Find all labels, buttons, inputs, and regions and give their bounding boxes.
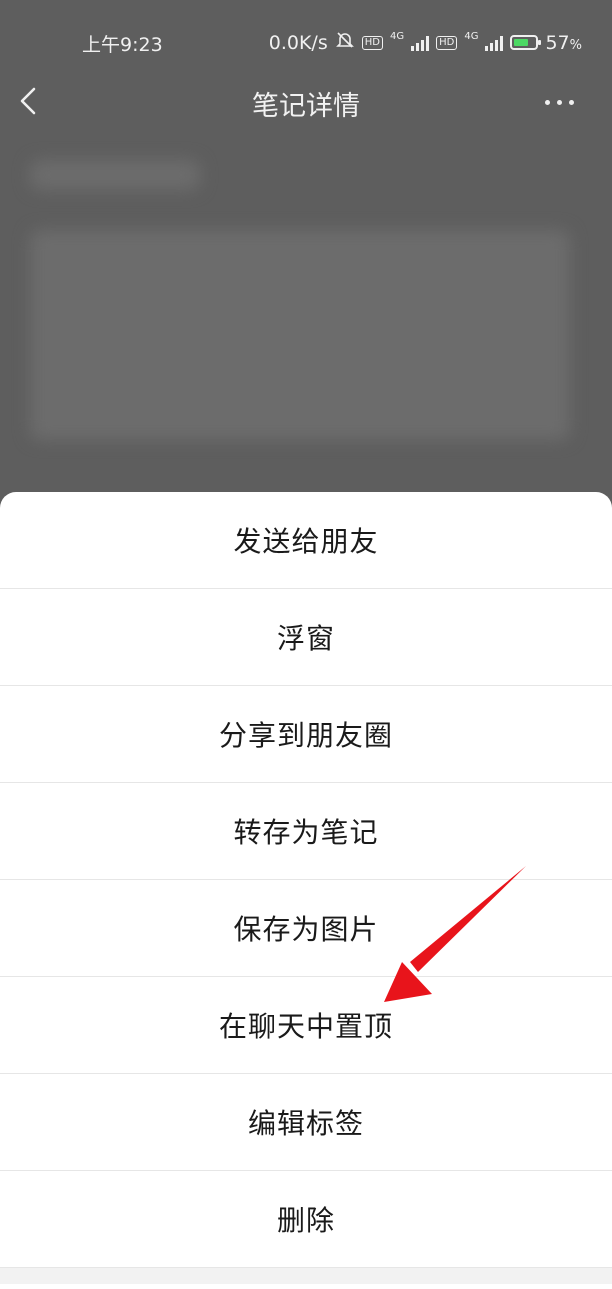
signal-icon-1 xyxy=(411,35,430,51)
action-sheet: 发送给朋友 浮窗 分享到朋友圈 转存为笔记 保存为图片 在聊天中置顶 编辑标签 … xyxy=(0,492,612,1289)
nav-bar: 笔记详情 xyxy=(0,72,612,132)
sheet-gap xyxy=(0,1268,612,1284)
mute-icon xyxy=(335,30,355,55)
menu-item-save-as-image[interactable]: 保存为图片 xyxy=(0,880,612,977)
battery-percent: 57% xyxy=(545,31,582,54)
more-horizontal-icon[interactable] xyxy=(545,100,574,105)
menu-item-share-to-moments[interactable]: 分享到朋友圈 xyxy=(0,686,612,783)
page-title: 笔记详情 xyxy=(252,91,360,122)
blurred-content xyxy=(30,160,200,190)
menu-item-edit-tags[interactable]: 编辑标签 xyxy=(0,1074,612,1171)
network-type-2: 4G xyxy=(464,31,479,42)
menu-item-floating-window[interactable]: 浮窗 xyxy=(0,589,612,686)
battery-icon xyxy=(510,35,542,50)
menu-item-save-as-note[interactable]: 转存为笔记 xyxy=(0,783,612,880)
blurred-content xyxy=(30,230,570,440)
menu-item-delete[interactable]: 删除 xyxy=(0,1171,612,1268)
status-indicators: 0.0K/s HD 4G HD 4G 57% xyxy=(269,30,582,55)
hd-badge-2: HD xyxy=(436,35,458,50)
hd-badge-1: HD xyxy=(361,35,383,50)
signal-icon-2 xyxy=(485,35,504,51)
menu-item-send-to-friend[interactable]: 发送给朋友 xyxy=(0,492,612,589)
status-time: 上午9:23 xyxy=(82,34,163,56)
menu-item-pin-in-chat[interactable]: 在聊天中置顶 xyxy=(0,977,612,1074)
network-speed: 0.0K/s xyxy=(268,31,328,54)
network-type-1: 4G xyxy=(389,31,405,42)
